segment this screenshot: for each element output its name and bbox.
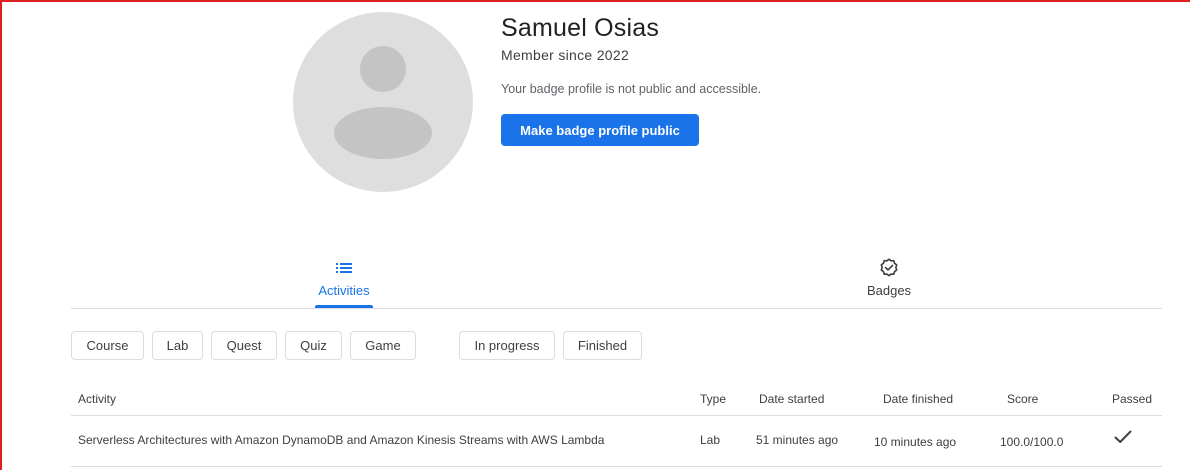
table-row-divider (71, 466, 1162, 467)
filter-chip-in-progress[interactable]: In progress (459, 331, 555, 360)
column-header-date-started[interactable]: Date started (759, 392, 824, 406)
score: 100.0/100.0 (1000, 435, 1064, 449)
column-header-score[interactable]: Score (1007, 392, 1038, 406)
filter-chip-quiz[interactable]: Quiz (285, 331, 342, 360)
tab-activities-label: Activities (318, 283, 370, 298)
column-header-activity[interactable]: Activity (78, 392, 116, 406)
tab-badges[interactable]: Badges (859, 257, 919, 298)
avatar (293, 12, 473, 192)
column-header-date-finished[interactable]: Date finished (883, 392, 953, 406)
make-profile-public-button[interactable]: Make badge profile public (501, 114, 699, 146)
person-placeholder-icon (334, 46, 432, 159)
tab-badges-label: Badges (866, 283, 912, 298)
list-icon (335, 257, 353, 279)
check-icon (1114, 430, 1132, 449)
badge-check-icon (878, 257, 900, 279)
filter-chip-lab[interactable]: Lab (152, 331, 203, 360)
profile-name: Samuel Osias (501, 14, 660, 42)
visibility-notice: Your badge profile is not public and acc… (501, 82, 762, 96)
date-started: 51 minutes ago (756, 433, 839, 447)
tabs-divider (71, 308, 1162, 309)
member-since: Member since 2022 (501, 47, 630, 63)
filter-chip-finished[interactable]: Finished (563, 331, 642, 360)
activity-type: Lab (700, 433, 721, 447)
table-header-divider (71, 415, 1162, 416)
activity-link[interactable]: Serverless Architectures with Amazon Dyn… (78, 433, 604, 447)
column-header-passed[interactable]: Passed (1112, 392, 1152, 406)
date-finished: 10 minutes ago (874, 435, 957, 449)
column-header-type[interactable]: Type (700, 392, 726, 406)
filter-chip-course[interactable]: Course (71, 331, 144, 360)
tab-activities[interactable]: Activities (314, 257, 374, 298)
filter-chip-quest[interactable]: Quest (211, 331, 277, 360)
filter-chip-game[interactable]: Game (350, 331, 416, 360)
